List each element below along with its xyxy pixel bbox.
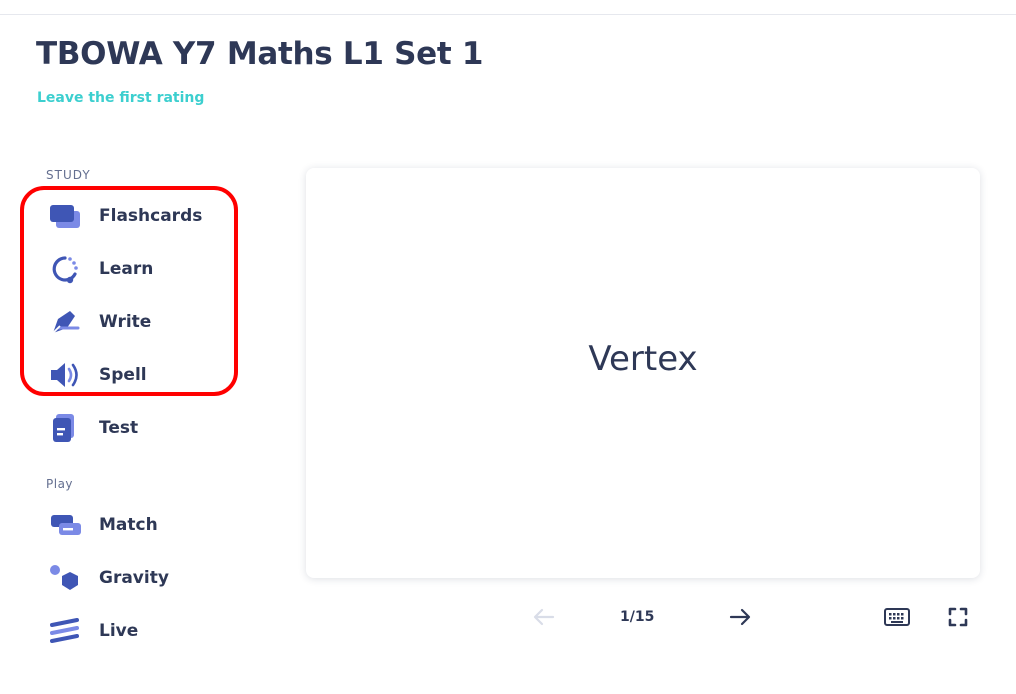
write-icon <box>48 307 82 337</box>
sidebar-item-label: Match <box>99 515 158 535</box>
sidebar-item-gravity[interactable]: Gravity <box>48 560 238 596</box>
match-icon <box>48 510 82 540</box>
rating-link[interactable]: Leave the first rating <box>37 90 204 106</box>
flashcard-term: Vertex <box>588 339 698 379</box>
study-section-label: STUDY <box>46 168 91 182</box>
arrow-right-icon <box>729 608 751 626</box>
learn-icon <box>48 254 82 284</box>
sidebar-item-match[interactable]: Match <box>48 507 238 543</box>
arrow-left-icon <box>533 608 555 626</box>
sidebar-item-label: Spell <box>99 365 147 385</box>
spell-icon <box>48 360 82 390</box>
card-counter: 1/15 <box>620 609 655 625</box>
flashcards-icon <box>48 201 82 231</box>
gravity-icon <box>48 563 82 593</box>
sidebar-item-learn[interactable]: Learn <box>48 251 238 287</box>
sidebar-item-label: Flashcards <box>99 206 203 226</box>
sidebar-item-label: Test <box>99 418 139 438</box>
sidebar-item-live[interactable]: Live <box>48 613 238 649</box>
sidebar-item-label: Learn <box>99 259 154 279</box>
keyboard-shortcuts-button[interactable] <box>882 604 912 630</box>
previous-card-button[interactable] <box>530 604 558 630</box>
top-divider <box>0 14 1016 15</box>
sidebar-item-flashcards[interactable]: Flashcards <box>48 198 238 234</box>
flashcard[interactable]: Vertex <box>306 168 980 578</box>
next-card-button[interactable] <box>726 604 754 630</box>
sidebar-item-test[interactable]: Test <box>48 410 238 446</box>
fullscreen-icon <box>948 607 968 627</box>
play-section-label: Play <box>46 477 74 491</box>
sidebar-item-label: Live <box>99 621 139 641</box>
fullscreen-button[interactable] <box>944 604 972 630</box>
live-icon <box>48 616 82 646</box>
sidebar-item-spell[interactable]: Spell <box>48 357 238 393</box>
sidebar-item-label: Write <box>99 312 152 332</box>
sidebar-item-write[interactable]: Write <box>48 304 238 340</box>
sidebar-item-label: Gravity <box>99 568 169 588</box>
test-icon <box>48 413 82 443</box>
page-title: TBOWA Y7 Maths L1 Set 1 <box>36 36 484 72</box>
keyboard-icon <box>884 608 910 626</box>
